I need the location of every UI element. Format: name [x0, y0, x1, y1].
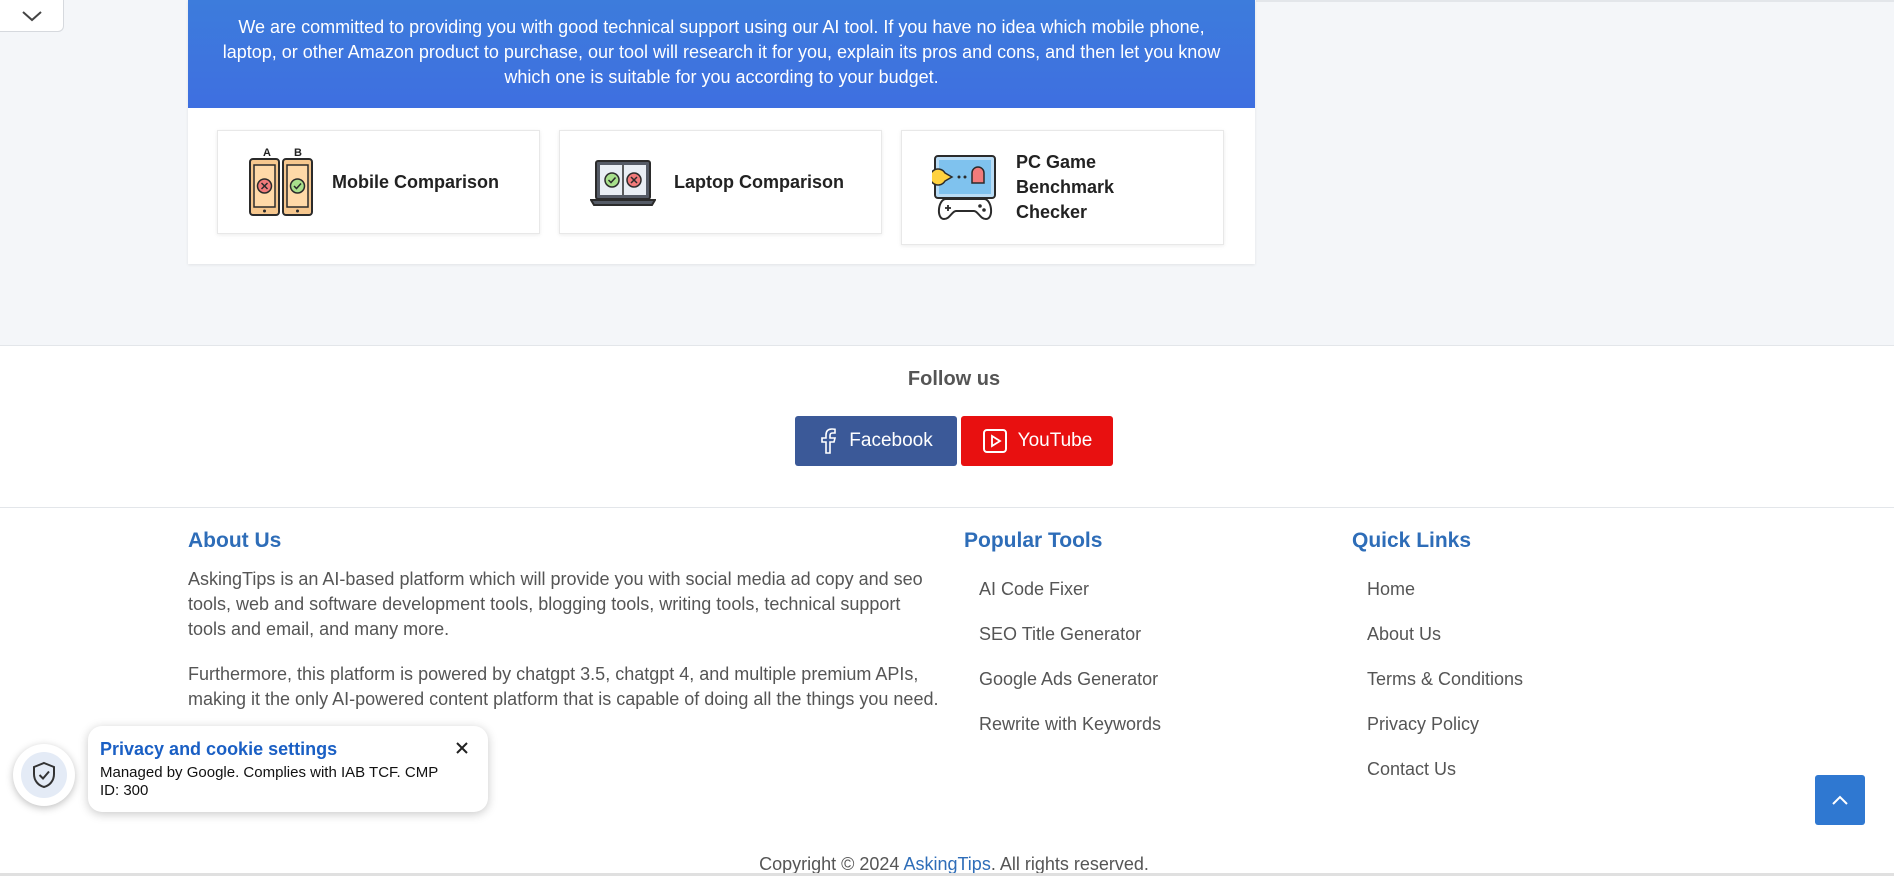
- quick-link-about-us[interactable]: About Us: [1367, 624, 1441, 645]
- quick-link-home[interactable]: Home: [1367, 579, 1415, 600]
- popular-link-google-ads-generator[interactable]: Google Ads Generator: [979, 669, 1158, 690]
- tools-card: We are committed to providing you with g…: [188, 0, 1255, 264]
- facebook-label: Facebook: [849, 430, 933, 451]
- laptop-comparison-icon: [590, 160, 656, 206]
- banner-text: We are committed to providing you with g…: [222, 17, 1221, 87]
- tool-card-laptop-comparison[interactable]: Laptop Comparison: [559, 130, 882, 234]
- scroll-to-top-button[interactable]: [1815, 775, 1865, 825]
- collapse-toggle[interactable]: [0, 0, 64, 32]
- about-text-1: AskingTips is an AI-based platform which…: [188, 569, 923, 639]
- tool-card-pc-game-benchmark[interactable]: PC Game Benchmark Checker: [901, 130, 1224, 245]
- tool-label: Laptop Comparison: [674, 171, 844, 192]
- popular-link-seo-title-generator[interactable]: SEO Title Generator: [979, 624, 1141, 645]
- about-us-heading: About Us: [188, 529, 282, 552]
- shield-check-icon: [33, 761, 55, 789]
- tool-card-mobile-comparison[interactable]: A B Mobile Comparison: [217, 130, 540, 234]
- youtube-button[interactable]: YouTube: [961, 416, 1113, 466]
- svg-text:A: A: [263, 147, 271, 159]
- privacy-popup-title[interactable]: Privacy and cookie settings: [100, 739, 476, 760]
- privacy-settings-button[interactable]: [13, 744, 75, 806]
- game-controller-icon: [932, 154, 996, 220]
- privacy-popup-body: Managed by Google. Complies with IAB TCF…: [100, 764, 438, 799]
- chevron-up-icon: [1832, 795, 1848, 805]
- footer-divider: [0, 507, 1894, 508]
- quick-link-privacy-policy[interactable]: Privacy Policy: [1367, 714, 1479, 735]
- facebook-icon: [819, 428, 839, 454]
- popular-link-ai-code-fixer[interactable]: AI Code Fixer: [979, 579, 1089, 600]
- copyright-prefix: Copyright © 2024: [759, 854, 904, 874]
- facebook-button[interactable]: Facebook: [795, 416, 957, 466]
- privacy-popup: Privacy and cookie settings Managed by G…: [88, 726, 488, 812]
- close-icon[interactable]: [454, 740, 470, 756]
- youtube-label: YouTube: [1017, 430, 1093, 451]
- youtube-icon: [982, 428, 1008, 454]
- mobile-comparison-icon: A B: [249, 147, 313, 216]
- follow-us-title: Follow us: [907, 368, 1001, 390]
- privacy-shield-badge: [21, 752, 67, 798]
- copyright-suffix: . All rights reserved.: [990, 854, 1149, 874]
- quick-link-contact-us[interactable]: Contact Us: [1367, 759, 1456, 780]
- popular-tools-heading: Popular Tools: [964, 529, 1103, 552]
- quick-link-terms[interactable]: Terms & Conditions: [1367, 669, 1523, 690]
- header-edge: [1256, 0, 1894, 2]
- copyright-brand-link[interactable]: AskingTips: [903, 854, 990, 874]
- chevron-down-icon: [21, 10, 42, 21]
- svg-text:B: B: [294, 147, 302, 159]
- tool-label: Mobile Comparison: [332, 171, 500, 192]
- about-text-2: Furthermore, this platform is powered by…: [188, 664, 939, 709]
- popular-link-rewrite-with-keywords[interactable]: Rewrite with Keywords: [979, 714, 1161, 735]
- copyright: Copyright © 2024 AskingTips. All rights …: [0, 854, 1894, 875]
- tool-label: PC Game Benchmark Checker: [1016, 152, 1115, 222]
- quick-links-heading: Quick Links: [1352, 529, 1472, 552]
- intro-banner: We are committed to providing you with g…: [188, 0, 1255, 108]
